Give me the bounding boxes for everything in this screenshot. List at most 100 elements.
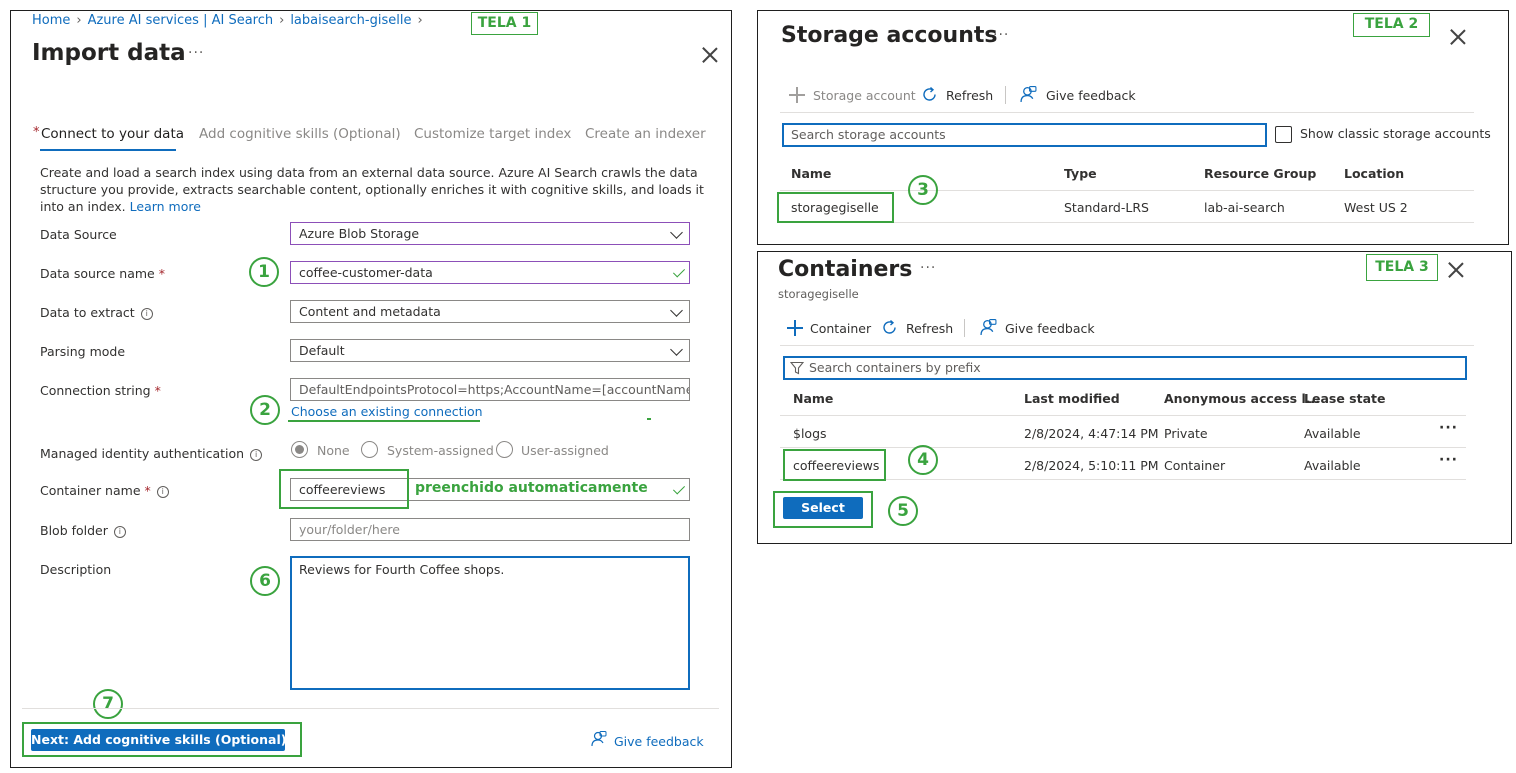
data-to-extract-dropdown[interactable]: Content and metadata xyxy=(290,300,690,323)
containers-title: Containers xyxy=(778,257,913,282)
radio-none-label: None xyxy=(317,443,350,458)
storage-accounts-title: Storage accounts xyxy=(781,23,998,48)
annotation-box-container-row xyxy=(783,449,886,481)
row-lease-state: Available xyxy=(1304,458,1361,473)
select-button[interactable]: Select xyxy=(783,497,863,519)
give-feedback-button[interactable]: Give feedback xyxy=(1046,88,1136,103)
parsing-mode-dropdown[interactable]: Default xyxy=(290,339,690,362)
annotation-box-container xyxy=(279,469,409,509)
more-options-icon[interactable]: ··· xyxy=(920,260,936,276)
data-source-dropdown[interactable]: Azure Blob Storage xyxy=(290,222,690,245)
tab-create-indexer[interactable]: Create an indexer xyxy=(585,126,706,142)
header-divider xyxy=(780,190,1474,191)
column-header-anonymous-access[interactable]: Anonymous access l... xyxy=(1164,391,1320,406)
info-icon[interactable]: i xyxy=(156,486,169,498)
container-name-label: Container name * i xyxy=(40,483,169,498)
give-feedback-button[interactable]: Give feedback xyxy=(1005,321,1095,336)
column-header-location[interactable]: Location xyxy=(1344,166,1404,181)
required-asterisk: * xyxy=(33,125,40,140)
column-header-name[interactable]: Name xyxy=(791,166,831,181)
description-label: Description xyxy=(40,562,112,577)
description-textarea[interactable]: Reviews for Fourth Coffee shops. xyxy=(290,556,690,690)
filter-icon xyxy=(790,361,804,375)
annotation-underline xyxy=(288,420,480,422)
more-options-icon[interactable]: ··· xyxy=(188,45,204,61)
parsing-mode-label: Parsing mode xyxy=(40,344,126,359)
tela-2-label: TELA 2 xyxy=(1353,13,1430,37)
choose-existing-connection-link[interactable]: Choose an existing connection xyxy=(291,404,483,419)
search-storage-accounts-input[interactable]: Search storage accounts xyxy=(782,123,1267,147)
tab-cognitive-skills[interactable]: Add cognitive skills (Optional) xyxy=(199,126,401,142)
breadcrumb-home[interactable]: Home xyxy=(32,13,70,28)
data-source-name-input[interactable]: coffee-customer-data xyxy=(290,261,690,284)
row-location: West US 2 xyxy=(1344,200,1408,215)
column-header-type[interactable]: Type xyxy=(1064,166,1097,181)
step-3-marker: 3 xyxy=(908,175,938,205)
auto-filled-note: preenchido automaticamente xyxy=(415,480,648,496)
step-7-marker: 7 xyxy=(93,689,123,719)
toolbar-separator xyxy=(1005,86,1006,104)
annotation-box-storage xyxy=(777,192,894,223)
toolbar-divider xyxy=(780,112,1474,113)
step-2-marker: 2 xyxy=(250,395,280,425)
row-lease-state: Available xyxy=(1304,426,1361,441)
row-more-icon[interactable]: ··· xyxy=(1439,420,1458,436)
close-icon[interactable] xyxy=(1450,29,1466,45)
info-icon[interactable]: i xyxy=(140,308,153,320)
info-icon[interactable]: i xyxy=(113,526,126,538)
tab-connect-data[interactable]: Connect to your data xyxy=(41,126,184,142)
connection-string-input[interactable]: DefaultEndpointsProtocol=https;AccountNa… xyxy=(290,378,690,401)
step-5-marker: 5 xyxy=(888,496,918,526)
more-options-icon[interactable]: ··· xyxy=(993,27,1009,43)
next-add-cognitive-skills-button[interactable]: Next: Add cognitive skills (Optional) xyxy=(31,729,286,751)
search-containers-input[interactable]: Search containers by prefix xyxy=(783,356,1467,380)
checkmark-icon xyxy=(672,265,686,278)
add-container-button[interactable]: Container xyxy=(810,321,871,336)
show-classic-checkbox[interactable] xyxy=(1275,126,1292,143)
checkmark-icon xyxy=(672,482,686,495)
breadcrumb: Home › Azure AI services | AI Search › labai… xyxy=(32,13,423,28)
blob-folder-label: Blob folder i xyxy=(40,523,126,538)
column-header-lease-state[interactable]: Lease state xyxy=(1304,391,1385,406)
step-4-marker: 4 xyxy=(908,445,938,475)
intro-description: Create and load a search index using dat… xyxy=(40,165,704,214)
radio-none[interactable] xyxy=(291,441,308,458)
close-icon[interactable] xyxy=(1448,262,1464,278)
plus-icon xyxy=(787,320,803,336)
refresh-button[interactable]: Refresh xyxy=(946,88,993,103)
breadcrumb-ai-services[interactable]: Azure AI services | AI Search xyxy=(88,13,274,28)
containers-subtitle: storagegiselle xyxy=(778,287,859,301)
storage-accounts-panel: Storage accounts ··· TELA 2 Storage acco… xyxy=(757,10,1509,245)
blob-folder-input[interactable]: your/folder/here xyxy=(290,518,690,541)
data-to-extract-label: Data to extract i xyxy=(40,305,153,320)
row-last-modified: 2/8/2024, 4:47:14 PM xyxy=(1024,426,1159,441)
refresh-button[interactable]: Refresh xyxy=(906,321,953,336)
annotation-mark xyxy=(647,418,651,420)
tela-3-label: TELA 3 xyxy=(1366,254,1438,281)
data-source-label: Data Source xyxy=(40,227,117,242)
footer-divider xyxy=(22,708,719,709)
info-icon[interactable]: i xyxy=(250,449,263,461)
feedback-icon xyxy=(980,319,997,335)
row-more-icon[interactable]: ··· xyxy=(1439,452,1458,468)
close-icon[interactable] xyxy=(702,47,718,63)
chevron-down-icon xyxy=(670,343,683,356)
row-type: Standard-LRS xyxy=(1064,200,1149,215)
add-storage-account-button[interactable]: Storage account xyxy=(813,88,916,103)
column-header-name[interactable]: Name xyxy=(793,391,833,406)
chevron-down-icon xyxy=(670,226,683,239)
column-header-last-modified[interactable]: Last modified xyxy=(1024,391,1120,406)
tab-target-index[interactable]: Customize target index xyxy=(414,126,571,142)
breadcrumb-search-service[interactable]: labaisearch-giselle xyxy=(290,13,411,28)
row-resource-group: lab-ai-search xyxy=(1204,200,1285,215)
data-source-name-label: Data source name * xyxy=(40,266,165,281)
containers-panel: Containers ··· TELA 3 storagegiselle Con… xyxy=(757,251,1512,544)
radio-user-assigned[interactable] xyxy=(496,441,513,458)
give-feedback-link[interactable]: Give feedback xyxy=(614,734,704,749)
refresh-icon xyxy=(923,86,936,101)
learn-more-link[interactable]: Learn more xyxy=(130,199,201,214)
header-divider xyxy=(780,415,1466,416)
radio-system-assigned[interactable] xyxy=(361,441,378,458)
row-name[interactable]: $logs xyxy=(793,426,827,441)
column-header-resource-group[interactable]: Resource Group xyxy=(1204,166,1316,181)
